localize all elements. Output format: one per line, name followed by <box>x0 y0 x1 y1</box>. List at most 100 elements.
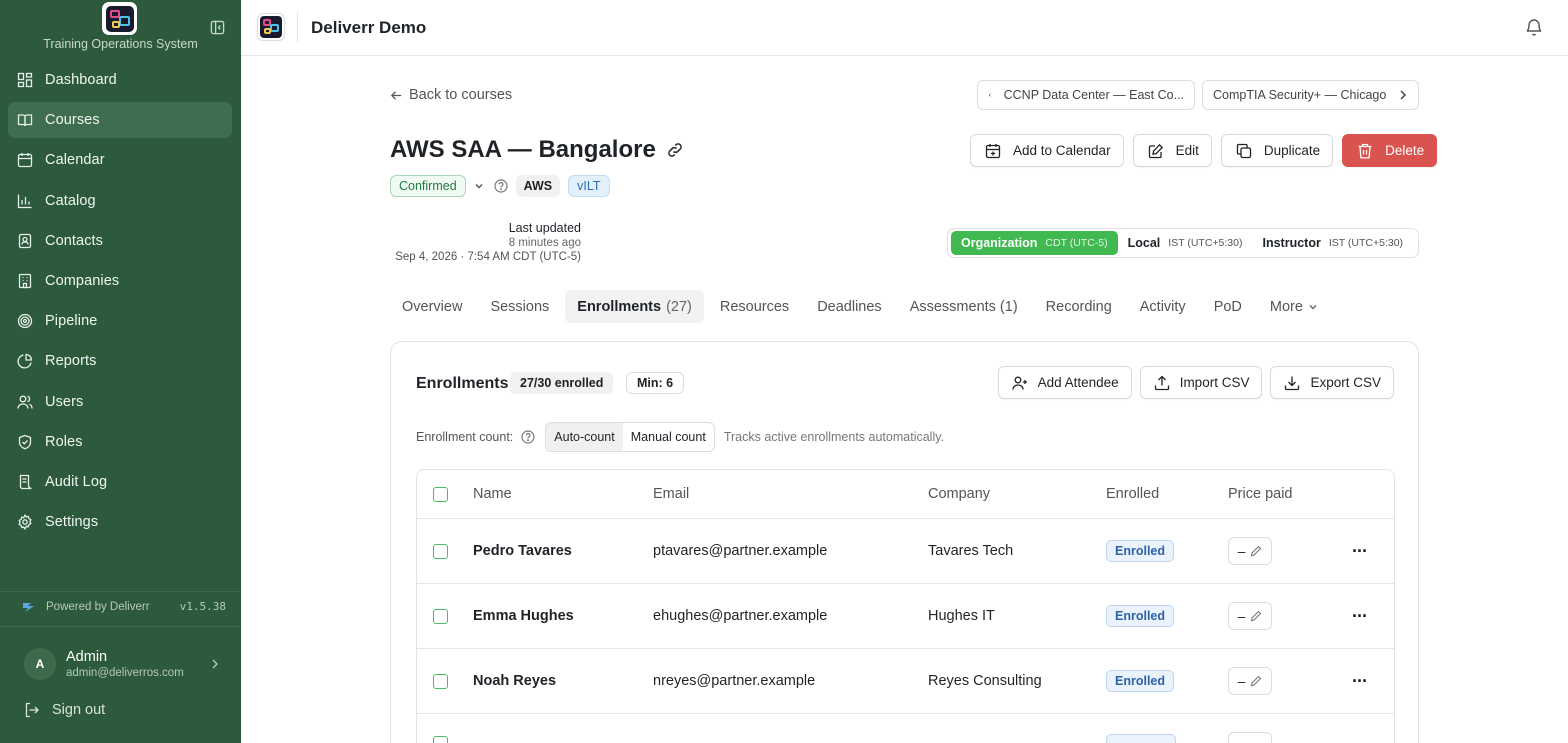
contact-book-icon <box>18 233 32 248</box>
row-actions-icon[interactable]: ··· <box>1352 671 1368 692</box>
add-attendee-button[interactable]: Add Attendee <box>997 366 1132 399</box>
sidebar-collapse-icon[interactable] <box>208 18 226 36</box>
download-icon <box>1285 376 1300 390</box>
enrollment-count-label: Enrollment count: <box>416 430 514 444</box>
duplicate-button[interactable]: Duplicate <box>1220 134 1334 167</box>
tab-deadlines[interactable]: Deadlines <box>805 290 894 323</box>
sign-out-button[interactable]: Sign out <box>24 702 105 718</box>
auto-count-option[interactable]: Auto-count <box>546 423 623 451</box>
add-to-calendar-button[interactable]: Add to Calendar <box>970 134 1124 167</box>
row-checkbox[interactable] <box>433 608 448 624</box>
tab-activity[interactable]: Activity <box>1128 290 1198 323</box>
attendee-name[interactable]: Pedro Tavares <box>473 543 572 559</box>
tab-resources[interactable]: Resources <box>708 290 801 323</box>
sidebar-item-contacts[interactable]: Contacts <box>8 223 232 259</box>
column-header-name[interactable]: Name <box>473 486 512 502</box>
target-icon <box>17 313 33 329</box>
user-email: admin@deliverros.com <box>66 667 184 679</box>
next-course-button[interactable]: CompTIA Security+ — Chicago <box>1202 80 1419 110</box>
user-menu[interactable]: A Admin admin@deliverros.com <box>24 644 220 684</box>
attendee-name[interactable]: Noah Reyes <box>473 673 556 689</box>
manual-count-option[interactable]: Manual count <box>623 423 714 451</box>
sidebar-item-settings[interactable]: Settings <box>8 504 232 540</box>
sidebar-item-dashboard[interactable]: Dashboard <box>8 62 232 98</box>
status-dropdown-icon[interactable] <box>474 181 484 191</box>
link-icon[interactable] <box>666 141 684 159</box>
status-badge: Enrolled <box>1106 540 1175 562</box>
back-label: Back to courses <box>409 87 513 103</box>
attendee-name[interactable]: Emma Hughes <box>473 608 574 624</box>
column-header-company[interactable]: Company <box>928 486 990 502</box>
count-hint: Tracks active enrollments automatically. <box>723 430 945 444</box>
sidebar-item-pipeline[interactable]: Pipeline <box>8 303 232 339</box>
sidebar-item-calendar[interactable]: Calendar <box>8 142 232 178</box>
tab-overview[interactable]: Overview <box>390 290 474 323</box>
chevron-down-icon <box>1309 304 1317 309</box>
price-paid-field[interactable]: – <box>1228 667 1272 695</box>
select-all-checkbox[interactable] <box>433 486 448 502</box>
price-paid-field[interactable] <box>1228 732 1272 743</box>
timezone-toggle: Organization CDT (UTC-5) Local IST (UTC+… <box>947 228 1419 258</box>
timezone-value: IST (UTC+5:30) <box>1328 237 1404 249</box>
delete-button[interactable]: Delete <box>1342 134 1438 167</box>
tab-more[interactable]: More <box>1258 290 1330 323</box>
previous-course-button[interactable]: CCNP Data Center — East Co... <box>977 80 1195 110</box>
tab-assessments[interactable]: Assessments (1) <box>898 290 1030 323</box>
timezone-local[interactable]: Local IST (UTC+5:30) <box>1118 231 1253 255</box>
column-header-price[interactable]: Price paid <box>1228 486 1292 502</box>
tab-pod[interactable]: PoD <box>1202 290 1254 323</box>
sidebar-item-audit-log[interactable]: Audit Log <box>8 464 232 500</box>
status-badge <box>1106 734 1176 743</box>
app-logo[interactable] <box>102 2 137 35</box>
table-row: Emma Hughes ehughes@partner.example Hugh… <box>417 584 1394 649</box>
column-header-email[interactable]: Email <box>653 486 689 502</box>
timezone-name: Instructor <box>1262 236 1321 250</box>
gear-icon <box>18 514 32 531</box>
sidebar-item-reports[interactable]: Reports <box>8 343 232 379</box>
enrolled-count-badge: 27/30 enrolled <box>510 372 614 394</box>
next-course-label: CompTIA Security+ — Chicago <box>1213 88 1387 102</box>
help-icon[interactable] <box>521 430 535 444</box>
timezone-organization[interactable]: Organization CDT (UTC-5) <box>951 231 1118 255</box>
row-actions-icon[interactable]: ··· <box>1352 606 1368 627</box>
chart-icon <box>17 194 32 208</box>
help-icon[interactable] <box>494 179 508 193</box>
edit-button[interactable]: Edit <box>1132 134 1212 167</box>
row-actions-icon[interactable]: ··· <box>1352 541 1368 562</box>
export-csv-button[interactable]: Export CSV <box>1270 366 1394 399</box>
sidebar-item-label: Dashboard <box>45 72 117 88</box>
tab-enrollments[interactable]: Enrollments (27) <box>565 290 704 323</box>
sidebar-item-catalog[interactable]: Catalog <box>8 183 232 219</box>
calendar-plus-icon <box>985 143 1001 158</box>
sign-out-icon <box>25 702 39 718</box>
sidebar-item-companies[interactable]: Companies <box>8 263 232 299</box>
building-icon <box>18 273 32 289</box>
user-plus-icon <box>1011 376 1027 390</box>
notifications-button[interactable] <box>1524 17 1544 42</box>
course-tabs: Overview Sessions Enrollments (27) Resou… <box>390 290 1334 323</box>
import-csv-button[interactable]: Import CSV <box>1139 366 1263 399</box>
users-icon <box>17 395 33 409</box>
timezone-value: IST (UTC+5:30) <box>1168 237 1243 249</box>
row-checkbox[interactable] <box>433 543 448 559</box>
price-paid-field[interactable]: – <box>1228 602 1272 630</box>
workspace-logo[interactable] <box>257 13 285 41</box>
status-badge: Confirmed <box>390 175 466 197</box>
count-mode-toggle: Auto-count Manual count <box>545 422 715 452</box>
tab-recording[interactable]: Recording <box>1034 290 1124 323</box>
sidebar-item-users[interactable]: Users <box>8 384 232 420</box>
sidebar-item-roles[interactable]: Roles <box>8 424 232 460</box>
column-header-enrolled[interactable]: Enrolled <box>1106 486 1159 502</box>
tab-sessions[interactable]: Sessions <box>478 290 561 323</box>
pencil-icon <box>1251 545 1262 557</box>
attendee-company: Reyes Consulting <box>928 673 1042 689</box>
top-bar: Deliverr Demo <box>241 0 1568 56</box>
price-paid-field[interactable]: – <box>1228 537 1272 565</box>
version-label: v1.5.38 <box>179 600 226 613</box>
system-name: Training Operations System <box>43 37 198 51</box>
back-to-courses-link[interactable]: Back to courses <box>390 87 512 103</box>
row-checkbox[interactable] <box>433 736 448 743</box>
timezone-instructor[interactable]: Instructor IST (UTC+5:30) <box>1252 231 1413 255</box>
sidebar-item-courses[interactable]: Courses <box>8 102 232 139</box>
row-checkbox[interactable] <box>433 673 448 689</box>
